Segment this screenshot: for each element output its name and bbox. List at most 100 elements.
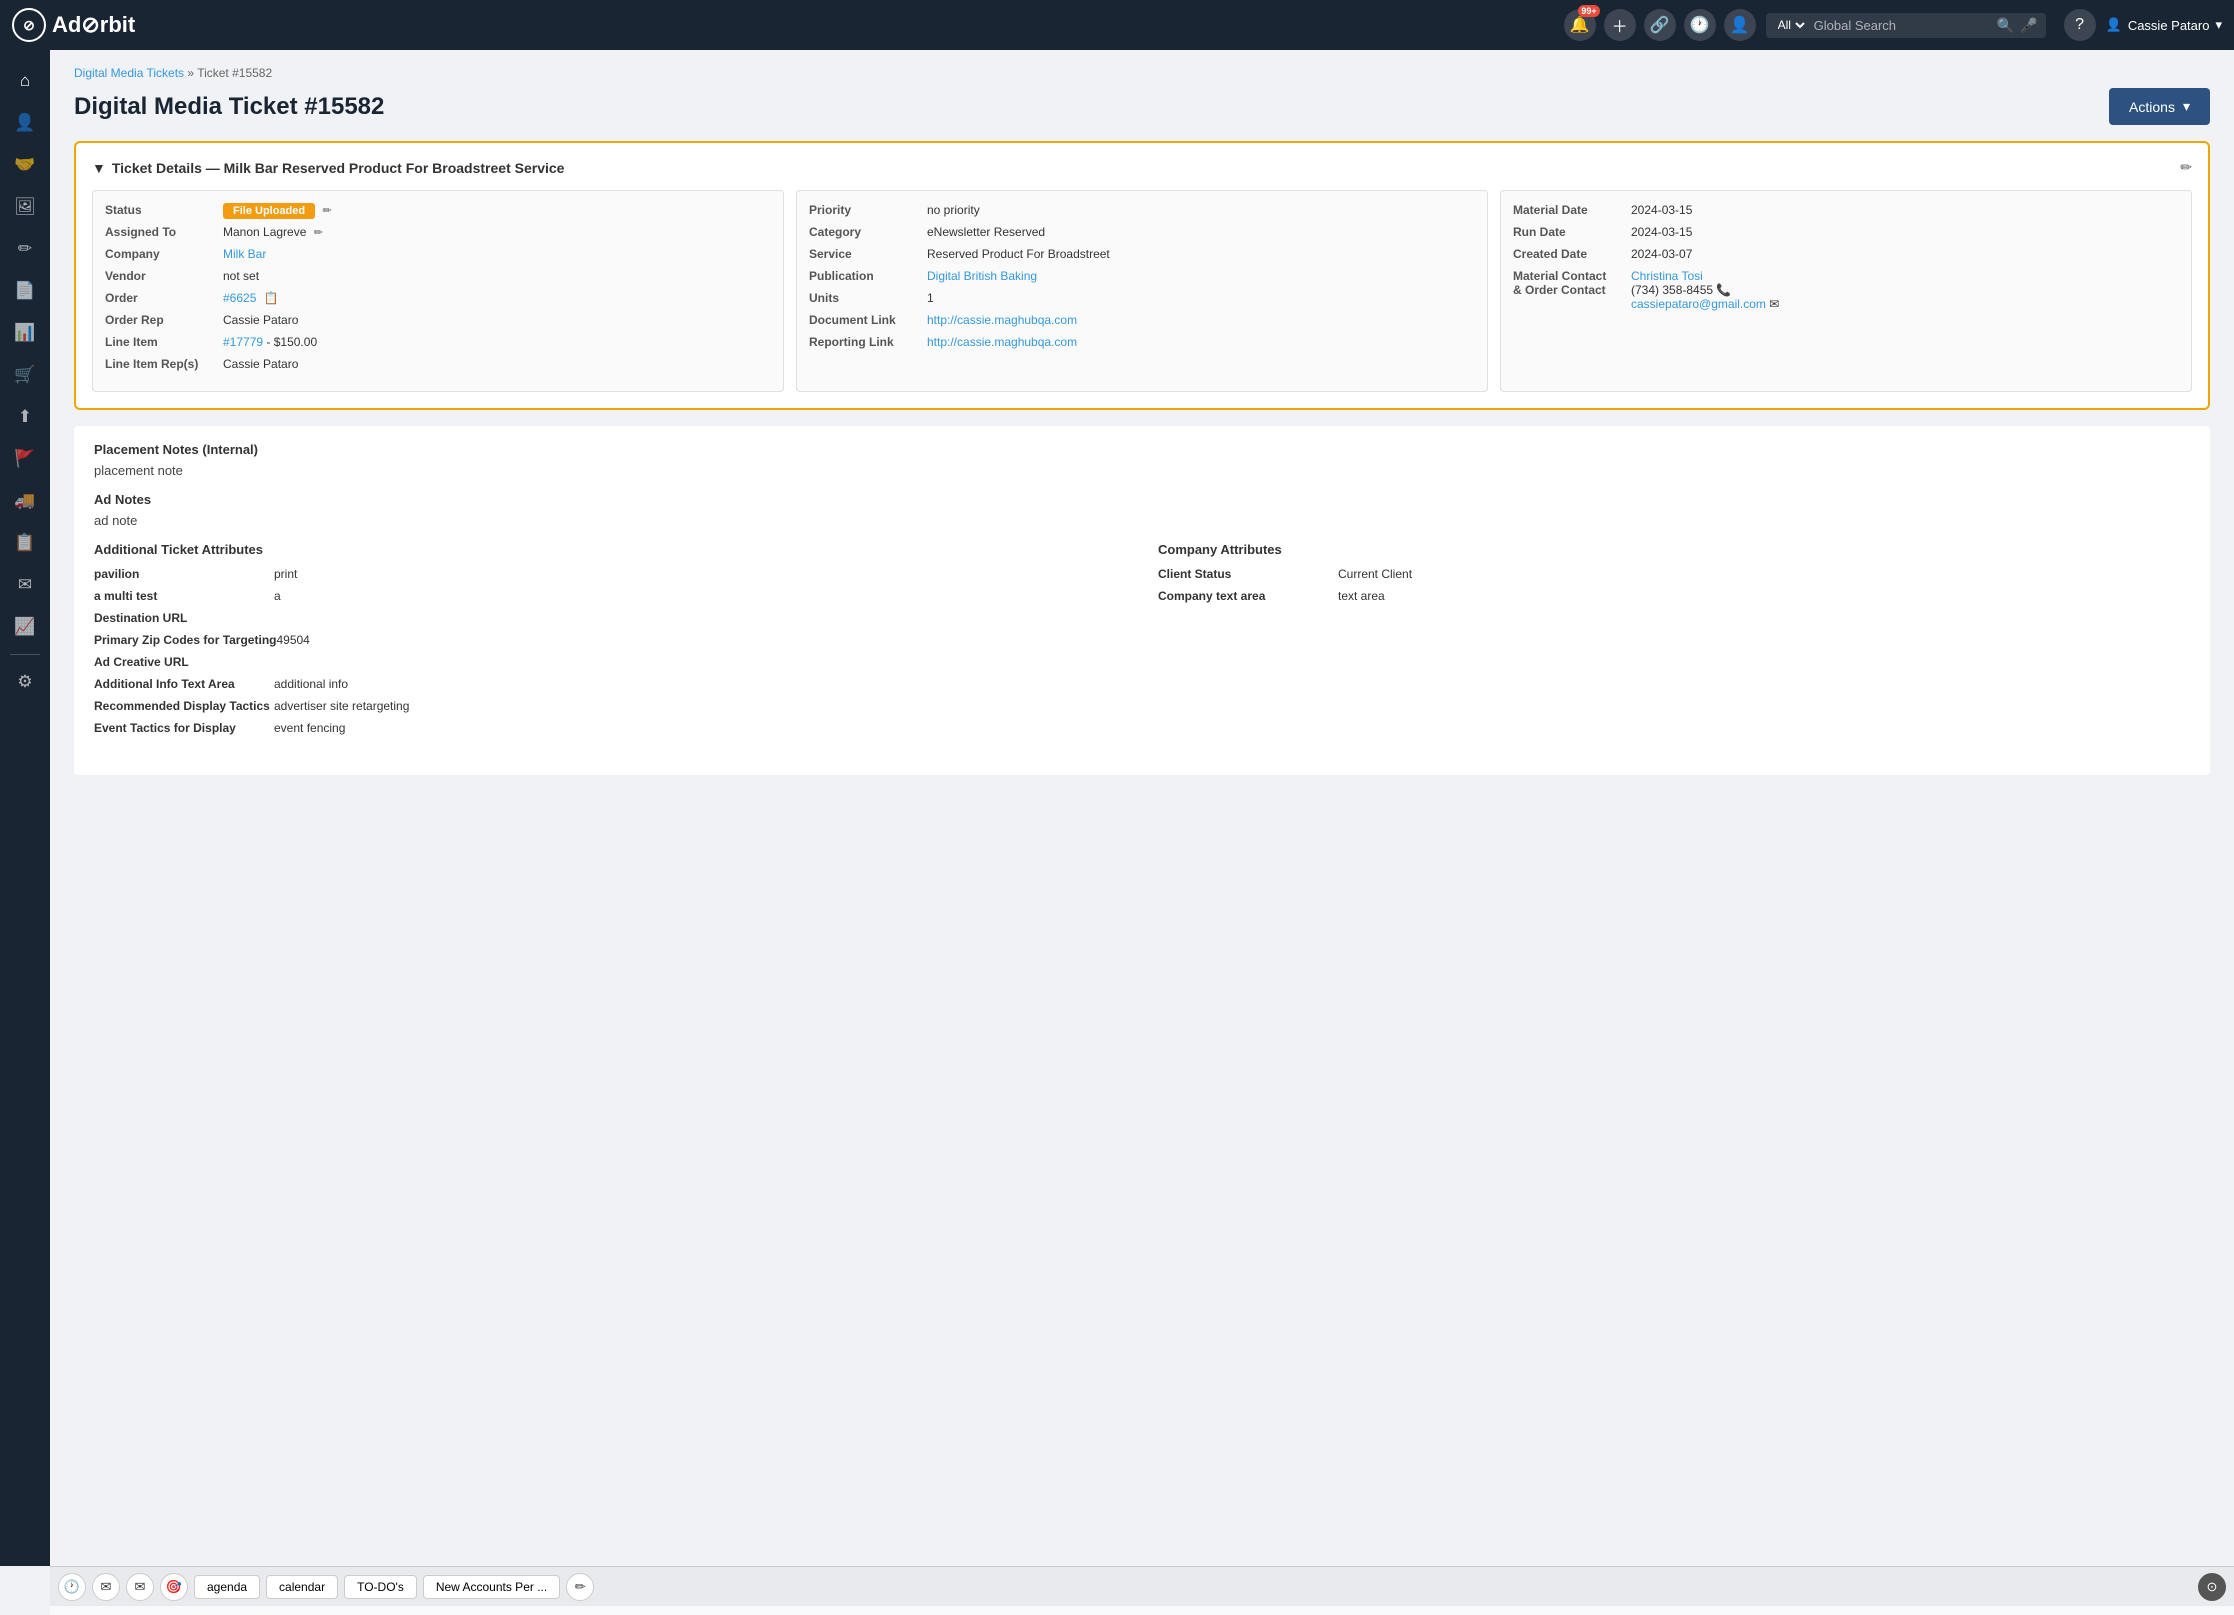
assigned-to-edit-icon[interactable]: ✏ <box>314 227 323 239</box>
order-rep-row: Order Rep Cassie Pataro <box>105 313 771 327</box>
reporting-link[interactable]: http://cassie.maghubqa.com <box>927 335 1077 349</box>
ticket-left-panel: Status File Uploaded ✏ Assigned To Manon… <box>92 190 784 392</box>
bottom-target-icon[interactable]: 🎯 <box>160 1573 188 1601</box>
actions-button[interactable]: Actions ▾ <box>2109 88 2210 125</box>
bottom-new-accounts-button[interactable]: New Accounts Per ... <box>423 1575 560 1599</box>
attr-event-tactics-value: event fencing <box>274 721 345 735</box>
status-edit-icon[interactable]: ✏ <box>322 205 331 217</box>
sidebar-item-delivery[interactable]: 🚚 <box>6 482 44 520</box>
sidebar-divider <box>10 654 40 655</box>
ticket-detail-grid: Status File Uploaded ✏ Assigned To Manon… <box>92 190 2192 392</box>
breadcrumb-parent-link[interactable]: Digital Media Tickets <box>74 66 184 80</box>
main-content: Digital Media Tickets » Ticket #15582 Di… <box>50 50 2234 1566</box>
attr-multi-test-value: a <box>274 589 281 603</box>
sidebar-item-cart[interactable]: 🛒 <box>6 356 44 394</box>
sidebar-item-contacts[interactable]: 👤 <box>6 104 44 142</box>
help-icon[interactable]: ? <box>2064 9 2096 41</box>
sidebar-item-crm[interactable]: 🤝 <box>6 146 44 184</box>
attr-recommended-tactics-row: Recommended Display Tactics advertiser s… <box>94 699 1126 713</box>
order-row: Order #6625 📋 <box>105 291 771 305</box>
user-name: Cassie Pataro <box>2128 18 2210 33</box>
order-copy-icon[interactable]: 📋 <box>264 291 279 305</box>
sidebar-item-upload[interactable]: ⬆ <box>6 398 44 436</box>
user-dropdown-icon: ▾ <box>2215 17 2222 33</box>
placement-notes-content: placement note <box>94 463 2190 478</box>
ad-notes-title: Ad Notes <box>94 492 2190 507</box>
nav-notifications-icon[interactable]: 🔔 99+ <box>1564 9 1596 41</box>
bottom-agenda-button[interactable]: agenda <box>194 1575 260 1599</box>
attr-ad-creative-label: Ad Creative URL <box>94 655 274 669</box>
nav-user-icon[interactable]: 👤 <box>1724 9 1756 41</box>
bottom-edit-icon[interactable]: ✏ <box>566 1573 594 1601</box>
publication-link[interactable]: Digital British Baking <box>927 269 1037 283</box>
document-link[interactable]: http://cassie.maghubqa.com <box>927 313 1077 327</box>
bottom-todo-button[interactable]: TO-DO's <box>344 1575 417 1599</box>
bottom-close-icon[interactable]: ⊙ <box>2198 1573 2226 1601</box>
order-rep-label: Order Rep <box>105 313 215 327</box>
nav-history-icon[interactable]: 🕐 <box>1684 9 1716 41</box>
sidebar-item-flags[interactable]: 🚩 <box>6 440 44 478</box>
email-link[interactable]: cassiepataro@gmail.com <box>1631 297 1766 311</box>
assigned-to-row: Assigned To Manon Lagreve ✏ <box>105 225 771 239</box>
status-badge: File Uploaded <box>223 203 315 219</box>
additional-attributes-title: Additional Ticket Attributes <box>94 542 1126 557</box>
ticket-middle-panel: Priority no priority Category eNewslette… <box>796 190 1488 392</box>
status-value: File Uploaded ✏ <box>223 203 332 217</box>
attr-client-status-label: Client Status <box>1158 567 1338 581</box>
sidebar-item-home[interactable]: ⌂ <box>6 62 44 100</box>
line-item-price: $150.00 <box>274 335 317 349</box>
bottom-clock-icon[interactable]: 🕐 <box>58 1573 86 1601</box>
sidebar-item-tasks[interactable]: 📋 <box>6 524 44 562</box>
run-date-row: Run Date 2024-03-15 <box>1513 225 2179 239</box>
publication-row: Publication Digital British Baking <box>809 269 1475 283</box>
sidebar-item-analytics[interactable]: 📈 <box>6 608 44 646</box>
sidebar-item-orders[interactable]: 📄 <box>6 272 44 310</box>
bottom-calendar-button[interactable]: calendar <box>266 1575 338 1599</box>
line-item-rep-row: Line Item Rep(s) Cassie Pataro <box>105 357 771 371</box>
order-link[interactable]: #6625 <box>223 291 256 305</box>
attr-event-tactics-label: Event Tactics for Display <box>94 721 274 735</box>
reporting-link-label: Reporting Link <box>809 335 919 349</box>
mic-icon[interactable]: 🎤 <box>2020 17 2037 34</box>
attr-company-text-value: text area <box>1338 589 1385 603</box>
search-input[interactable] <box>1814 18 1991 33</box>
material-contact-link[interactable]: Christina Tosi <box>1631 269 1703 283</box>
card-edit-icon[interactable]: ✏ <box>2180 159 2192 176</box>
collapse-icon[interactable]: ▼ <box>92 160 106 176</box>
order-rep-value: Cassie Pataro <box>223 313 298 327</box>
bottom-mail2-icon[interactable]: ✉ <box>126 1573 154 1601</box>
created-date-row: Created Date 2024-03-07 <box>1513 247 2179 261</box>
ticket-details-card: ▼ Ticket Details — Milk Bar Reserved Pro… <box>74 141 2210 410</box>
line-item-value: #17779 - $150.00 <box>223 335 317 349</box>
sidebar-item-media[interactable]: 🖼 <box>6 188 44 226</box>
nav-link-icon[interactable]: 🔗 <box>1644 9 1676 41</box>
nav-add-icon[interactable]: ＋ <box>1604 9 1636 41</box>
ticket-right-panel: Material Date 2024-03-15 Run Date 2024-0… <box>1500 190 2192 392</box>
company-attributes-title: Company Attributes <box>1158 542 2190 557</box>
sidebar-item-reports[interactable]: 📊 <box>6 314 44 352</box>
material-contact-value: Christina Tosi (734) 358-8455 📞 cassiepa… <box>1631 269 1779 311</box>
search-scope-select[interactable]: All <box>1774 17 1808 33</box>
ticket-card-header: ▼ Ticket Details — Milk Bar Reserved Pro… <box>92 159 2192 176</box>
attr-zip-codes-label: Primary Zip Codes for Targeting <box>94 633 276 647</box>
category-value: eNewsletter Reserved <box>927 225 1045 239</box>
reporting-link-value: http://cassie.maghubqa.com <box>927 335 1077 349</box>
company-link[interactable]: Milk Bar <box>223 247 266 261</box>
placement-notes-title: Placement Notes (Internal) <box>94 442 2190 457</box>
line-item-link[interactable]: #17779 <box>223 335 263 349</box>
sidebar-item-edit[interactable]: ✏ <box>6 230 44 268</box>
run-date-value: 2024-03-15 <box>1631 225 1692 239</box>
attr-multi-test-row: a multi test a <box>94 589 1126 603</box>
assigned-to-value: Manon Lagreve ✏ <box>223 225 323 239</box>
material-date-label: Material Date <box>1513 203 1623 217</box>
actions-label: Actions <box>2129 99 2175 115</box>
user-avatar-icon: 👤 <box>2106 17 2122 33</box>
user-menu[interactable]: 👤 Cassie Pataro ▾ <box>2106 17 2222 33</box>
bottom-mail-icon[interactable]: ✉ <box>92 1573 120 1601</box>
app-logo[interactable]: ⊘ Ad⊘rbit <box>12 8 135 42</box>
order-value: #6625 📋 <box>223 291 279 305</box>
phone-value: (734) 358-8455 <box>1631 283 1713 297</box>
search-icon[interactable]: 🔍 <box>1997 17 2014 34</box>
sidebar-item-settings[interactable]: ⚙ <box>6 663 44 701</box>
sidebar-item-mail[interactable]: ✉ <box>6 566 44 604</box>
